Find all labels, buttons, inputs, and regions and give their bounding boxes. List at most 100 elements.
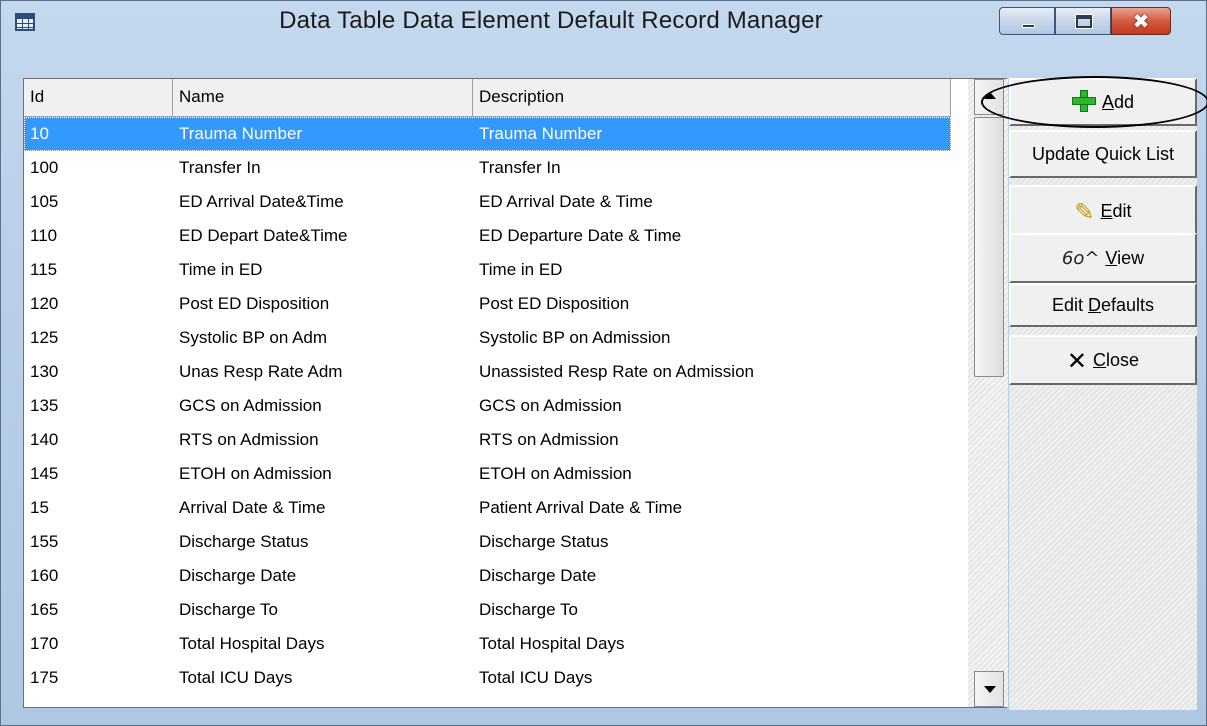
view-label: iew [1117,248,1145,268]
scroll-up-button[interactable] [974,79,1004,115]
view-button[interactable]: 6o^ View [1009,233,1197,283]
cell-description: Transfer In [479,158,561,177]
cell-description: Unassisted Resp Rate on Admission [479,362,754,381]
cell-name: Time in ED [179,260,263,279]
table-row[interactable]: 175 Total ICU Days Total ICU Days [24,661,951,695]
column-header-description[interactable]: Description [473,79,951,117]
x-icon: ✕ [1066,347,1088,376]
cell-id: 100 [30,158,59,177]
cell-description: ED Arrival Date & Time [479,192,653,211]
cell-description: Systolic BP on Admission [479,328,671,347]
table-row[interactable]: 135 GCS on Admission GCS on Admission [24,389,951,423]
cell-id: 110 [30,226,58,245]
table-row[interactable]: 170 Total Hospital Days Total Hospital Day… [24,627,951,661]
maximize-icon [1076,15,1092,28]
cell-name: Total ICU Days [179,668,293,687]
table-row[interactable]: 165 Discharge To Discharge To [24,593,951,627]
view-mnemonic: V [1105,248,1118,268]
close-mnemonic: C [1093,350,1107,370]
add-label: dd [1113,92,1135,112]
table-row[interactable]: 15 Arrival Date & Time Patient Arrival Dat… [24,491,951,525]
table-row[interactable]: 105 ED Arrival Date&Time ED Arrival Date &… [24,185,951,219]
table-row[interactable]: 110 ED Depart Date&Time ED Departure Date … [24,219,951,253]
cell-id: 160 [30,566,59,585]
edit-defaults-mnemonic: D [1087,295,1101,315]
cell-description: Time in ED [479,260,563,279]
cell-description: RTS on Admission [479,430,619,449]
cell-name: GCS on Admission [179,396,322,415]
cell-id: 145 [30,464,59,483]
window-title: Data Table Data Element Default Record M… [279,7,823,34]
arrow-down-icon [984,686,996,693]
cell-name: Arrival Date & Time [179,498,326,517]
edit-button[interactable]: ✎ Edit [1009,185,1197,237]
edit-defaults-prefix: Edit [1051,295,1088,315]
cell-description: GCS on Admission [479,396,622,415]
grid-header: Id Name Description [24,79,951,117]
cell-id: 140 [30,430,59,449]
glasses-icon: 6o^ [1061,248,1100,270]
cell-id: 105 [30,192,59,211]
close-button[interactable]: ✕ Close [1009,335,1197,385]
column-header-id[interactable]: Id [24,79,173,117]
pencil-icon: ✎ [1074,198,1095,227]
action-panel: Add Update Quick List ✎ Edit 6o^ View Edit… [1009,78,1197,710]
cell-name: Post ED Disposition [179,294,330,313]
cell-name: Transfer In [179,158,261,177]
table-row[interactable]: 130 Unas Resp Rate Adm Unassisted Resp Rat… [24,355,951,389]
cell-description: Discharge Status [479,532,609,551]
cell-id: 15 [30,498,49,517]
scroll-down-button[interactable] [974,671,1004,707]
minimize-icon [1022,24,1035,28]
cell-description: Patient Arrival Date & Time [479,498,683,517]
table-row[interactable]: 155 Discharge Status Discharge Status [24,525,951,559]
cell-name: Unas Resp Rate Adm [179,362,343,381]
edit-defaults-button[interactable]: Edit Defaults [1009,283,1197,327]
cell-name: Discharge Date [179,566,297,585]
column-header-name[interactable]: Name [173,79,473,117]
close-icon: ✖ [1132,9,1150,33]
table-row[interactable]: 160 Discharge Date Discharge Date [24,559,951,593]
title-bar[interactable]: Data Table Data Element Default Record M… [1,1,1206,43]
table-row[interactable]: 100 Transfer In Transfer In [24,151,951,185]
cell-description: ETOH on Admission [479,464,632,483]
maximize-button[interactable] [1055,7,1111,35]
cell-description: Total Hospital Days [479,634,625,653]
cell-id: 165 [30,600,59,619]
cell-name: ED Depart Date&Time [179,226,348,245]
cell-id: 135 [30,396,59,415]
add-button[interactable]: Add [1009,78,1197,126]
cell-id: 120 [30,294,59,313]
arrow-up-icon [984,92,996,99]
update-quick-list-label: Update Quick List [1031,144,1175,164]
table-row[interactable]: 115 Time in ED Time in ED [24,253,951,287]
cell-name: RTS on Admission [179,430,319,449]
scroll-thumb[interactable] [974,117,1004,377]
cell-id: 130 [30,362,59,381]
cell-description: Trauma Number [479,124,603,143]
edit-mnemonic: E [1100,201,1113,221]
cell-name: Discharge Status [179,532,309,551]
records-grid[interactable]: Id Name Description 10 Trauma Number Traum… [23,78,1008,708]
cell-id: 155 [30,532,59,551]
update-quick-list-button[interactable]: Update Quick List [1009,130,1197,178]
cell-id: 175 [30,668,59,687]
cell-description: ED Departure Date & Time [479,226,682,245]
cell-name: ETOH on Admission [179,464,332,483]
edit-defaults-label: efaults [1100,295,1155,315]
cell-name: Trauma Number [179,124,303,143]
table-row[interactable]: 145 ETOH on Admission ETOH on Admission [24,457,951,491]
cell-id: 115 [30,260,58,279]
table-row[interactable]: 120 Post ED Disposition Post ED Dispositio… [24,287,951,321]
cell-name: ED Arrival Date&Time [179,192,344,211]
vertical-scrollbar[interactable] [968,79,1008,707]
cell-id: 10 [30,124,49,143]
minimize-button[interactable] [999,7,1055,35]
cell-description: Total ICU Days [479,668,593,687]
plus-icon [1071,90,1096,113]
table-row[interactable]: 10 Trauma Number Trauma Number [24,117,951,151]
table-row[interactable]: 140 RTS on Admission RTS on Admission [24,423,951,457]
cell-description: Discharge To [479,600,578,619]
close-window-button[interactable]: ✖ [1111,7,1171,35]
table-row[interactable]: 125 Systolic BP on Adm Systolic BP on Admi… [24,321,951,355]
